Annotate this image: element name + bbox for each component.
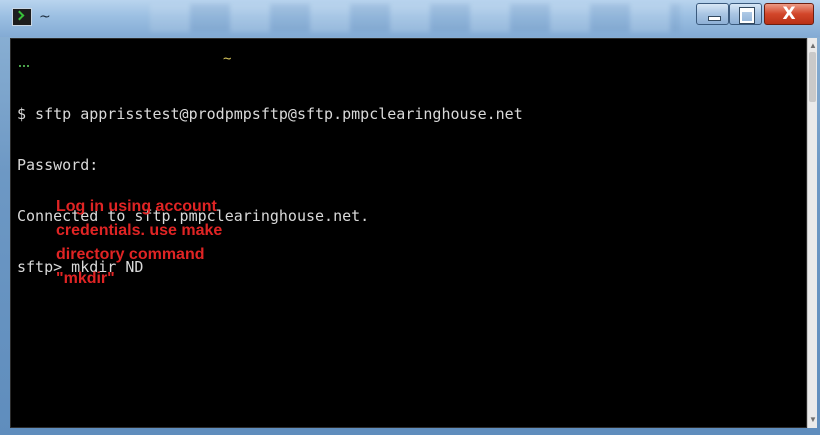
window-title: ~ <box>39 9 51 25</box>
close-button[interactable]: X <box>764 3 814 25</box>
scroll-up-arrow-icon[interactable]: ▲ <box>808 40 818 52</box>
close-icon: X <box>782 4 796 24</box>
terminal-app-icon[interactable] <box>12 8 32 26</box>
terminal-line-password: Password: <box>17 156 99 174</box>
cwd-marker: ~ <box>223 51 232 67</box>
instruction-annotation: Log in using account credentials. use ma… <box>56 195 222 291</box>
maximize-button[interactable] <box>729 3 762 25</box>
scrollbar-thumb[interactable] <box>809 52 816 102</box>
scroll-down-arrow-icon[interactable]: ▼ <box>808 414 818 426</box>
title-bar-background <box>150 4 680 32</box>
vertical-scrollbar[interactable]: ▲ ▼ <box>807 38 817 428</box>
terminal-line-command: $ sftp apprisstest@prodpmpsftp@sftp.pmpc… <box>17 105 523 123</box>
annotation-line: credentials. use make <box>56 222 223 239</box>
title-bar[interactable]: ~ X <box>0 0 820 37</box>
minimize-icon <box>708 16 721 21</box>
maximize-icon <box>739 7 755 24</box>
minimize-button[interactable] <box>696 3 729 25</box>
annotation-line: "mkdir" <box>56 270 115 287</box>
annotation-line: Log in using account <box>56 198 217 215</box>
terminal-window: ~ X ▲ ▼ ~ $ sftp apprisstest@prodpmpsftp… <box>0 0 820 435</box>
annotation-line: directory command <box>56 246 205 263</box>
